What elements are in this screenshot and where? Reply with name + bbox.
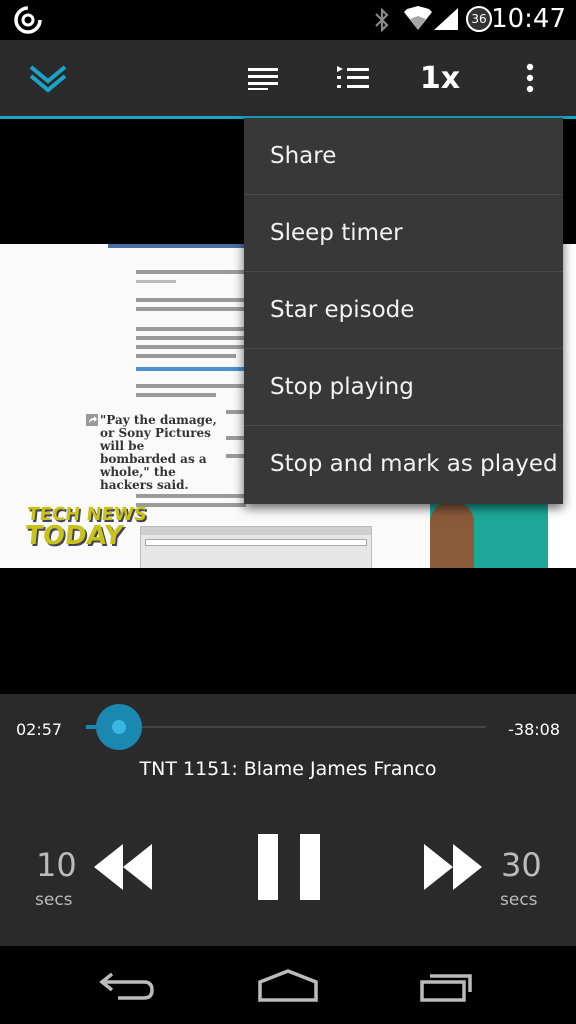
- seek-bar[interactable]: [86, 726, 486, 728]
- text-line: [136, 327, 246, 331]
- menu-item-star-episode[interactable]: Star episode: [244, 272, 563, 349]
- seek-thumb-dot: [112, 720, 126, 734]
- text-line: [136, 503, 246, 507]
- playback-speed-button[interactable]: 1x: [410, 40, 470, 116]
- text-line: [136, 307, 246, 311]
- back-button[interactable]: [98, 968, 158, 1008]
- date-line: [136, 280, 176, 283]
- article-pull-quote: "Pay the damage, or Sony Pictures will b…: [100, 414, 220, 492]
- overflow-menu-button[interactable]: [510, 40, 550, 116]
- skip-forward-value: 30: [501, 846, 542, 884]
- bluetooth-icon: [372, 6, 392, 34]
- battery-icon: 36: [466, 6, 492, 32]
- back-icon: [98, 968, 158, 1004]
- browser-address-bar: [145, 539, 367, 546]
- text-line: [136, 393, 216, 397]
- menu-item-stop-playing[interactable]: Stop playing: [244, 349, 563, 426]
- fast-forward-icon: [424, 844, 482, 890]
- recents-button[interactable]: [418, 968, 478, 1008]
- skip-back-value: 10: [36, 846, 77, 884]
- player-toolbar: 1x: [0, 40, 576, 116]
- menu-item-share[interactable]: Share: [244, 118, 563, 195]
- menu-item-stop-and-mark-played[interactable]: Stop and mark as played: [244, 426, 563, 503]
- more-vert-icon: [525, 63, 535, 93]
- rewind-icon: [94, 844, 152, 890]
- collapse-button[interactable]: [16, 40, 80, 116]
- remaining-time: -38:08: [508, 720, 560, 739]
- browser-screenshot: [140, 526, 372, 568]
- episode-title: TNT 1151: Blame James Franco: [0, 758, 576, 780]
- menu-item-sleep-timer[interactable]: Sleep timer: [244, 195, 563, 272]
- clock: 10:47: [491, 4, 566, 34]
- show-notes-button[interactable]: [238, 40, 288, 116]
- pause-icon: [258, 834, 320, 900]
- text-line: [136, 298, 246, 302]
- presenter-face: [430, 502, 474, 568]
- text-line: [136, 494, 246, 498]
- tech-news-today-logo: TECH NEWS TODAY: [24, 506, 148, 548]
- seek-thumb[interactable]: [96, 704, 142, 750]
- elapsed-time: 02:57: [16, 720, 62, 739]
- recents-icon: [418, 968, 478, 1004]
- chapters-button[interactable]: [328, 40, 378, 116]
- rewind-button[interactable]: [94, 844, 152, 894]
- cell-signal-icon: [432, 6, 460, 32]
- double-chevron-down-icon: [28, 63, 68, 93]
- text-line: [226, 436, 244, 440]
- status-bar: 36 10:47: [0, 0, 576, 40]
- text-line: [136, 336, 246, 340]
- pause-button[interactable]: [258, 834, 320, 904]
- byline-line: [136, 270, 256, 274]
- system-nav-bar: [0, 946, 576, 1024]
- skip-forward-unit: secs: [500, 890, 538, 910]
- text-line: [226, 454, 244, 458]
- home-icon: [256, 968, 320, 1004]
- notes-icon: [248, 66, 278, 90]
- fast-forward-button[interactable]: [424, 844, 482, 894]
- wifi-icon: [404, 6, 432, 32]
- text-line: [136, 345, 246, 349]
- player-controls: 02:57 -38:08 TNT 1151: Blame James Franc…: [0, 694, 576, 946]
- text-line: [136, 384, 246, 388]
- browser-titlebar: [141, 527, 371, 535]
- logo-line-2: TODAY: [24, 524, 146, 548]
- podcast-app-icon: [14, 6, 42, 34]
- text-line: [136, 354, 236, 358]
- overflow-menu: Share Sleep timer Star episode Stop play…: [244, 118, 563, 504]
- share-arrow-icon: [86, 414, 98, 426]
- list-icon: [337, 66, 369, 90]
- skip-back-unit: secs: [35, 890, 73, 910]
- link-line: [136, 367, 246, 371]
- home-button[interactable]: [256, 968, 320, 1008]
- text-line: [226, 410, 244, 414]
